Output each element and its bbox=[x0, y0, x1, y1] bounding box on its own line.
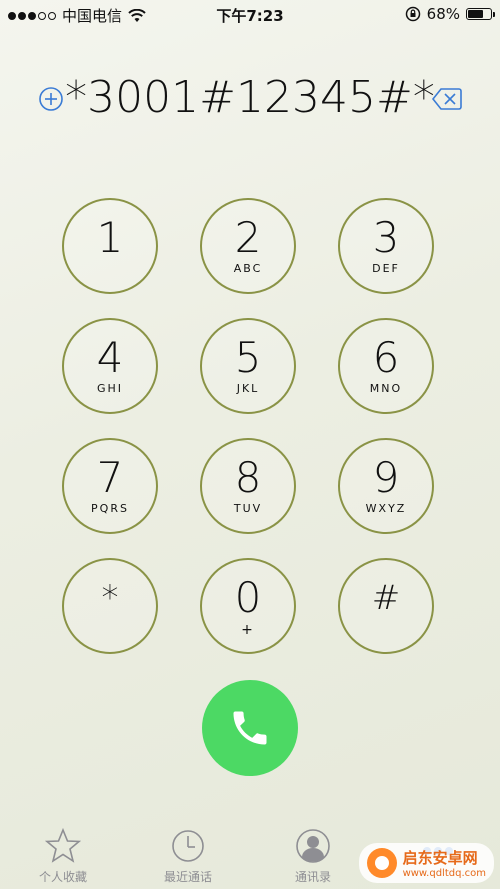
key-digit: 4 bbox=[96, 333, 124, 382]
key-star[interactable]: * bbox=[62, 558, 158, 654]
tab-label: 个人收藏 bbox=[38, 870, 87, 884]
key-letters: WXYZ bbox=[365, 502, 407, 515]
star-icon bbox=[45, 828, 81, 863]
tab-recents[interactable]: 最近通话 bbox=[138, 828, 238, 885]
key-digit: 9 bbox=[372, 453, 400, 502]
key-9[interactable]: 9 WXYZ bbox=[338, 438, 434, 534]
key-digit: 3 bbox=[372, 213, 400, 262]
key-letters: ABC bbox=[233, 262, 263, 275]
key-letters: MNO bbox=[369, 382, 403, 395]
key-6[interactable]: 6 MNO bbox=[338, 318, 434, 414]
tab-label: 最近通话 bbox=[163, 870, 212, 884]
number-display-row: *3001#12345#* bbox=[0, 72, 500, 128]
key-digit: # bbox=[371, 578, 401, 618]
key-7[interactable]: 7 PQRS bbox=[62, 438, 158, 534]
watermark: 启东安卓网 www.qdltdq.com bbox=[358, 843, 494, 883]
key-digit: 8 bbox=[234, 453, 262, 502]
key-digit: * bbox=[101, 578, 119, 618]
battery-icon bbox=[466, 8, 495, 20]
key-4[interactable]: 4 GHI bbox=[62, 318, 158, 414]
key-digit: 2 bbox=[234, 213, 262, 262]
key-letters: GHI bbox=[96, 382, 124, 395]
tab-favorites[interactable]: 个人收藏 bbox=[13, 828, 113, 885]
key-digit: 5 bbox=[234, 333, 262, 382]
key-5[interactable]: 5 JKL bbox=[200, 318, 296, 414]
contact-icon bbox=[296, 829, 330, 863]
key-0[interactable]: 0 + bbox=[200, 558, 296, 654]
watermark-title: 启东安卓网 bbox=[402, 849, 478, 867]
key-8[interactable]: 8 TUV bbox=[200, 438, 296, 534]
backspace-icon[interactable] bbox=[432, 86, 462, 112]
key-digit: 7 bbox=[96, 453, 124, 502]
key-3[interactable]: 3 DEF bbox=[338, 198, 434, 294]
clock-icon bbox=[172, 830, 204, 862]
keypad: 1 2 ABC 3 DEF 4 GHI 5 JKL 6 MNO 7 PQRS 8… bbox=[62, 198, 438, 658]
dialed-number: *3001#12345#* bbox=[65, 72, 435, 123]
key-digit: 6 bbox=[372, 333, 400, 382]
key-letters: PQRS bbox=[91, 502, 129, 515]
battery-percent: 68% bbox=[426, 5, 460, 23]
key-letters: JKL bbox=[236, 382, 260, 395]
watermark-logo-icon bbox=[366, 848, 397, 878]
key-letters: DEF bbox=[372, 262, 400, 275]
battery-level bbox=[468, 10, 483, 18]
phone-icon bbox=[233, 711, 267, 745]
key-letters: TUV bbox=[233, 502, 263, 515]
status-bar: 中国电信 下午7:23 68% bbox=[0, 0, 500, 30]
key-letters: + bbox=[241, 622, 255, 638]
tab-contacts[interactable]: 通讯录 bbox=[263, 828, 363, 885]
key-digit: 1 bbox=[96, 213, 124, 262]
status-right: 68% bbox=[405, 5, 495, 23]
key-2[interactable]: 2 ABC bbox=[200, 198, 296, 294]
rotation-lock-icon bbox=[405, 6, 420, 22]
call-button[interactable] bbox=[202, 680, 298, 776]
watermark-url: www.qdltdq.com bbox=[402, 868, 486, 879]
key-1[interactable]: 1 bbox=[62, 198, 158, 294]
key-digit: 0 bbox=[234, 573, 262, 622]
tab-label: 通讯录 bbox=[294, 870, 331, 884]
key-hash[interactable]: # bbox=[338, 558, 434, 654]
